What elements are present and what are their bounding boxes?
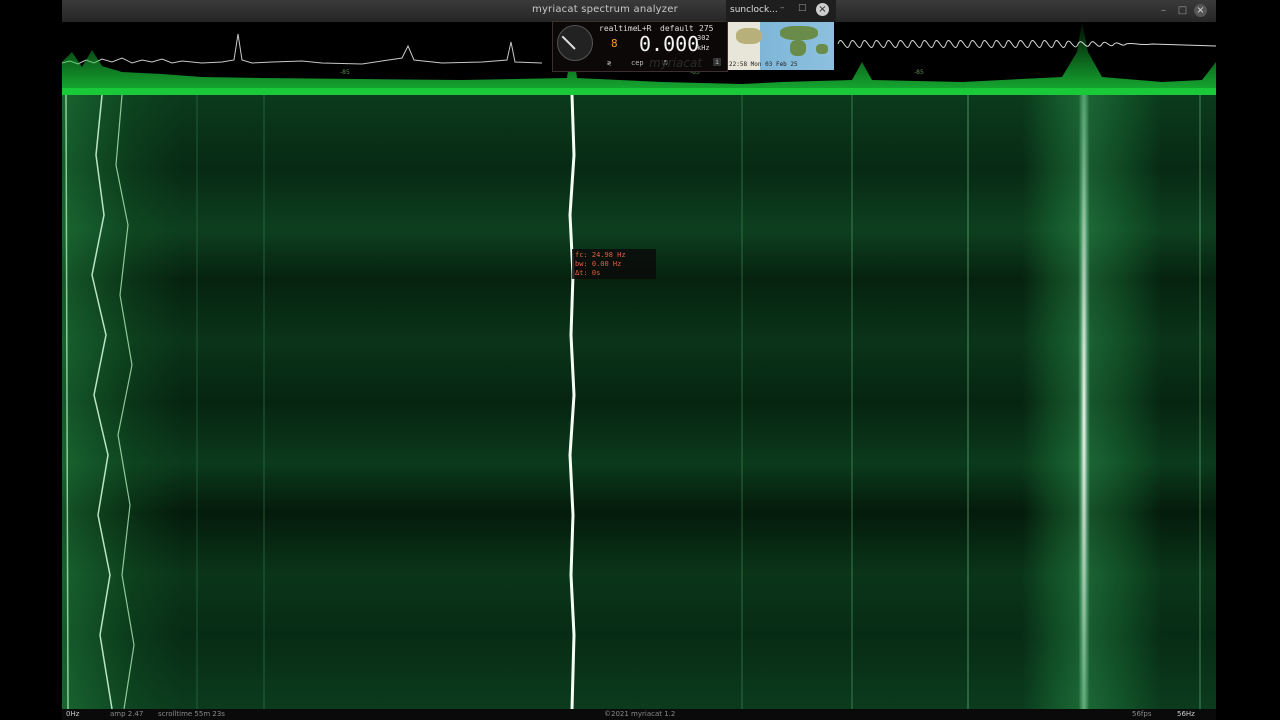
left-frequency: 0Hz (66, 710, 80, 718)
signal-trace-low (65, 95, 69, 709)
minimize-icon[interactable]: – (780, 3, 785, 13)
gauge-icon (557, 25, 593, 61)
frequency-widget[interactable]: realtime L+R default 275 8 0.000 302 kHz… (552, 21, 728, 72)
scale-label: -85 (340, 69, 350, 76)
small-digit: 8 (611, 37, 618, 50)
frequency-display: 0.000 (639, 32, 700, 56)
close-icon[interactable]: × (816, 3, 829, 16)
scroll-time: scrolltime 55m 23s (158, 710, 225, 718)
scale-label: -85 (914, 69, 924, 76)
minimize-icon[interactable]: – (1156, 3, 1171, 18)
signal-line-25hz (568, 95, 576, 709)
unit-label: kHz (697, 44, 710, 52)
mode-button[interactable]: ≷ (607, 59, 611, 67)
status-bar: 0Hz amp 2.47 scrolltime 55m 23s ©2021 my… (62, 709, 1216, 720)
waterfall-lines (65, 95, 1201, 709)
bandwidth: bw: 0.00 Hz (575, 260, 622, 268)
time-delta: Δt: 0s (575, 269, 601, 277)
cursor-readout: fc: 24.98 Hz bw: 0.00 Hz Δt: 0s (572, 249, 656, 279)
spectrum-analyzer-window: myriacat spectrum analyzer – □ × -85 -85… (62, 0, 1216, 720)
title-bar[interactable]: myriacat spectrum analyzer – □ × (62, 0, 1216, 22)
oscilloscope-trace (837, 40, 1216, 48)
count-label: 275 (699, 24, 714, 33)
cep-button[interactable]: cep (631, 59, 644, 67)
mode-label[interactable]: realtime (599, 24, 638, 33)
right-frequency: 56Hz (1177, 710, 1195, 718)
maximize-icon[interactable]: □ (798, 3, 807, 13)
fps-readout: 56fps (1132, 710, 1152, 718)
signal-trace-low (91, 95, 113, 709)
sunclock-title-bar[interactable]: sunclock... – □ × (726, 0, 836, 22)
gauge-needle (561, 35, 576, 50)
amplitude: amp 2.47 (110, 710, 144, 718)
maximize-icon[interactable]: □ (1175, 3, 1190, 18)
spectrum-trace-left (62, 33, 543, 65)
copyright: ©2021 myriacat 1.2 (604, 710, 676, 718)
close-icon[interactable]: × (1194, 4, 1207, 17)
center-frequency: fc: 24.98 Hz (575, 251, 626, 259)
signal-trace-low (115, 95, 135, 709)
sunclock-time: 22:58 Mon 03 Feb 25 (729, 61, 798, 68)
waterfall-display[interactable] (62, 95, 1216, 709)
watermark-text: myriacat (649, 56, 703, 70)
sunclock-title: sunclock... (730, 5, 778, 15)
world-map: 22:58 Mon 03 Feb 25 (728, 22, 834, 70)
info-button[interactable]: i (713, 58, 722, 66)
rate-label: 302 (697, 34, 710, 42)
